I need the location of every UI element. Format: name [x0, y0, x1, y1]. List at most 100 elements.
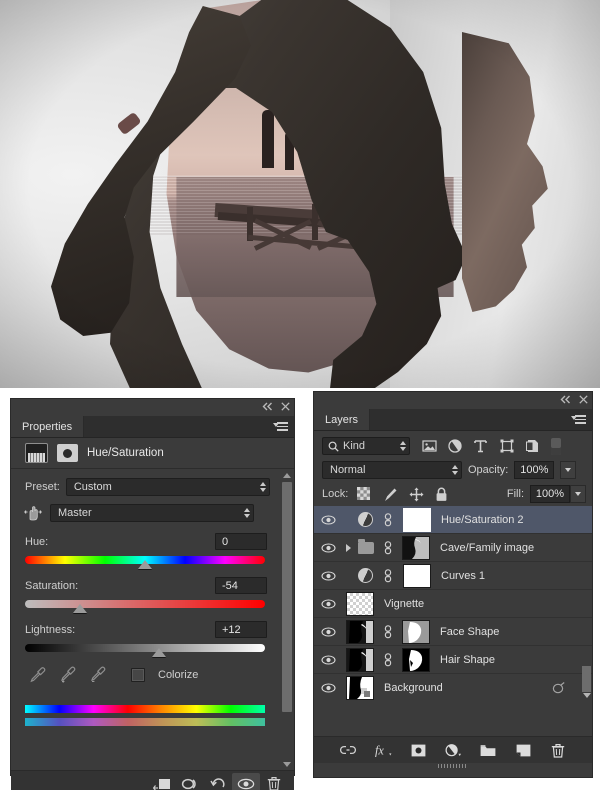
layer-mask-thumbnail[interactable]: [403, 507, 431, 532]
filter-kind-spinner-icon[interactable]: [400, 441, 406, 451]
table-row[interactable]: Background: [314, 674, 592, 702]
link-mask-icon[interactable]: [383, 624, 393, 639]
table-row[interactable]: Hue/Saturation 2: [314, 506, 592, 534]
delete-layer-icon[interactable]: [550, 742, 567, 759]
table-row[interactable]: Vignette: [314, 590, 592, 618]
saturation-slider-track[interactable]: [25, 600, 265, 613]
preset-select[interactable]: Custom: [65, 478, 270, 496]
layer-visibility-toggle[interactable]: [314, 570, 342, 581]
blend-mode-select[interactable]: Normal: [322, 461, 462, 479]
link-layers-icon[interactable]: [340, 742, 357, 759]
fill-input[interactable]: 100%: [530, 485, 570, 503]
group-disclosure-triangle-icon[interactable]: [346, 543, 351, 552]
layer-thumbnails[interactable]: [356, 535, 430, 560]
filter-type-icon[interactable]: [474, 439, 489, 454]
link-mask-icon[interactable]: [383, 568, 393, 583]
layer-mask-thumbnail[interactable]: [402, 619, 430, 644]
channel-select[interactable]: Master: [50, 504, 254, 522]
hue-value-input[interactable]: 0: [215, 533, 267, 550]
new-layer-icon[interactable]: [515, 742, 532, 759]
filter-adjustment-icon[interactable]: [448, 438, 463, 454]
layer-visibility-toggle[interactable]: [314, 514, 342, 525]
table-row[interactable]: Face Shape: [314, 618, 592, 646]
scroll-down-arrow-icon[interactable]: [281, 758, 293, 770]
preset-spinner-icon[interactable]: [259, 482, 266, 492]
collapse-double-arrow-icon[interactable]: [262, 402, 273, 411]
layer-thumbnail[interactable]: [346, 676, 374, 700]
panel-menu-icon[interactable]: [571, 413, 587, 425]
collapse-double-arrow-icon[interactable]: [560, 395, 571, 404]
layer-thumbnails[interactable]: [356, 507, 431, 532]
link-mask-icon[interactable]: [383, 512, 393, 527]
scrollbar-thumb[interactable]: [282, 482, 292, 712]
lock-image-pixels-icon[interactable]: [383, 487, 398, 502]
layer-visibility-toggle[interactable]: [314, 598, 342, 609]
scroll-up-arrow-icon[interactable]: [281, 469, 293, 481]
new-adjustment-layer-icon[interactable]: [445, 742, 462, 759]
link-mask-icon[interactable]: [383, 540, 393, 555]
saturation-value-input[interactable]: -54: [215, 577, 267, 594]
panel-menu-icon[interactable]: [273, 420, 289, 432]
layer-thumbnail[interactable]: [346, 619, 374, 644]
filter-shape-icon[interactable]: [500, 439, 515, 454]
layer-visibility-toggle[interactable]: [314, 626, 342, 637]
table-row[interactable]: Cave/Family image: [314, 534, 592, 562]
lock-all-icon[interactable]: [435, 487, 450, 502]
layer-thumbnail[interactable]: [346, 647, 374, 672]
tab-properties[interactable]: Properties: [11, 416, 85, 437]
layer-thumbnail[interactable]: [346, 591, 374, 616]
layer-mask-thumbnail[interactable]: [402, 647, 430, 672]
filter-kind-select[interactable]: Kind: [322, 437, 410, 455]
layer-mask-thumbnail[interactable]: [402, 535, 430, 560]
opacity-input[interactable]: 100%: [514, 461, 555, 479]
scroll-down-arrow-icon[interactable]: [582, 690, 591, 700]
tab-layers[interactable]: Layers: [314, 409, 371, 430]
table-row[interactable]: Hair Shape: [314, 646, 592, 674]
layer-style-fx-icon[interactable]: fx: [375, 742, 392, 759]
filter-pixel-icon[interactable]: [422, 439, 437, 454]
layer-effects-icon[interactable]: [552, 682, 565, 695]
delete-icon[interactable]: [260, 773, 288, 790]
opacity-dropdown-arrow-icon[interactable]: [560, 461, 577, 479]
reset-icon[interactable]: [204, 773, 232, 790]
blend-mode-spinner-icon[interactable]: [452, 465, 458, 475]
toggle-previous-state-icon[interactable]: [176, 773, 204, 790]
close-icon[interactable]: [579, 395, 588, 404]
lightness-slider-thumb[interactable]: [152, 648, 167, 657]
new-group-icon[interactable]: [480, 742, 497, 759]
adjustment-properties-icon[interactable]: [25, 443, 48, 463]
lightness-value-input[interactable]: +12: [215, 621, 267, 638]
layer-visibility-toggle[interactable]: [314, 542, 342, 553]
toggle-visibility-icon[interactable]: [232, 772, 260, 790]
layer-thumbnails[interactable]: [344, 591, 374, 616]
layer-thumbnails[interactable]: [344, 619, 430, 644]
add-layer-mask-icon[interactable]: [410, 742, 427, 759]
channel-spinner-icon[interactable]: [244, 508, 250, 518]
eyedropper-add-icon[interactable]: [59, 666, 76, 683]
layer-thumbnails[interactable]: [344, 647, 430, 672]
filter-smartobject-icon[interactable]: [526, 439, 541, 454]
target-adjustment-hand-icon[interactable]: [23, 503, 43, 523]
layers-resize-grip[interactable]: [314, 763, 592, 769]
link-mask-icon[interactable]: [383, 652, 393, 667]
layer-visibility-toggle[interactable]: [314, 683, 342, 693]
colorize-checkbox[interactable]: [131, 667, 145, 682]
eyedropper-icon[interactable]: [29, 666, 46, 683]
layers-scrollbar[interactable]: [581, 506, 592, 702]
table-row[interactable]: Curves 1: [314, 562, 592, 590]
clip-to-layer-icon[interactable]: [148, 773, 176, 790]
eyedropper-subtract-icon[interactable]: [89, 666, 106, 683]
fill-dropdown-arrow-icon[interactable]: [570, 485, 586, 503]
layer-thumbnails[interactable]: [344, 676, 374, 700]
lightness-slider-track[interactable]: [25, 644, 265, 657]
layer-thumbnails[interactable]: [356, 563, 431, 588]
hue-slider-track[interactable]: [25, 556, 265, 569]
layer-visibility-toggle[interactable]: [314, 654, 342, 665]
filter-enable-switch[interactable]: [551, 437, 561, 455]
lock-position-icon[interactable]: [409, 487, 424, 502]
hue-saturation-icon[interactable]: [57, 444, 78, 462]
lock-transparent-pixels-icon[interactable]: [357, 486, 372, 502]
layers-scrollbar-thumb[interactable]: [582, 666, 591, 692]
layer-mask-thumbnail[interactable]: [403, 563, 431, 588]
color-spectrum-bar-bottom[interactable]: [25, 718, 265, 726]
